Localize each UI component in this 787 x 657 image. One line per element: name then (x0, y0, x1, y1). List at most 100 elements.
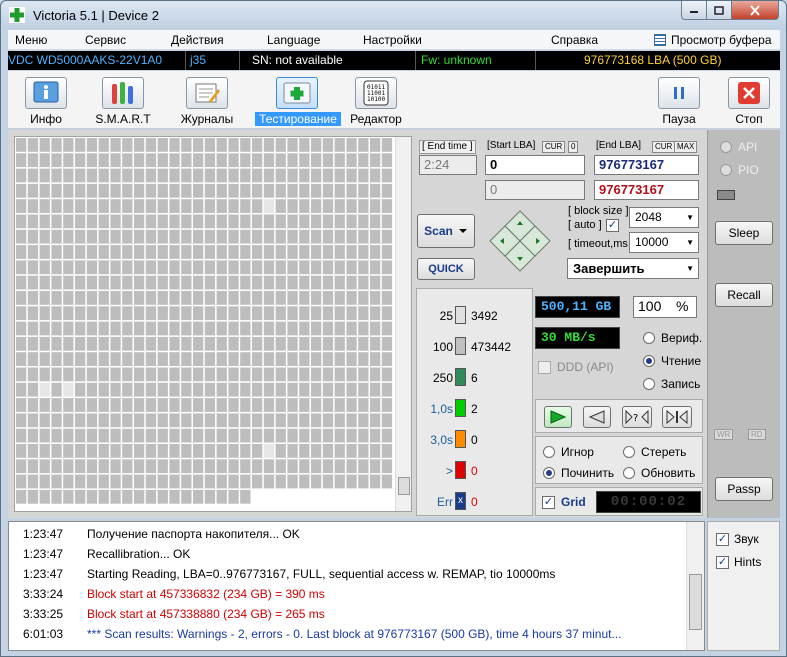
grid-checkbox[interactable]: ✓ (542, 496, 555, 509)
sector-cell (299, 291, 310, 305)
scan-button[interactable]: Scan (417, 214, 475, 248)
sector-cell (193, 382, 204, 397)
mode-read-label[interactable]: Чтение (661, 354, 701, 368)
grid-label[interactable]: Grid (561, 495, 586, 509)
sector-cell (134, 153, 145, 168)
sector-cell (240, 413, 251, 428)
mode-write-label[interactable]: Запись (661, 377, 700, 391)
sector-cell (157, 336, 168, 351)
hints-label[interactable]: Hints (734, 555, 761, 569)
log-scroll-thumb[interactable] (689, 574, 702, 630)
timeout-select[interactable]: 10000 (629, 232, 699, 253)
toolbar-test-button[interactable]: Тестирование (255, 75, 341, 127)
mode-verify-radio[interactable] (643, 332, 655, 344)
mode-read-radio[interactable] (643, 355, 655, 367)
sector-cell (86, 367, 98, 382)
sound-checkbox[interactable]: ✓ (716, 533, 729, 546)
back-button[interactable] (583, 406, 611, 428)
passport-button[interactable]: Passp (715, 477, 773, 501)
auto-checkbox[interactable]: ✓ (606, 219, 619, 232)
sector-cell (381, 336, 393, 351)
menu-item-buffer[interactable]: Просмотр буфера (671, 33, 772, 47)
sector-cell (16, 214, 27, 229)
sector-cell (322, 138, 334, 152)
sector-cell (370, 199, 381, 213)
action-erase-radio[interactable] (623, 446, 635, 458)
sector-cell (169, 352, 180, 366)
timeout-label: [ timeout,ms ] (568, 238, 635, 250)
recall-button[interactable]: Recall (715, 283, 773, 307)
toolbar-smart-button[interactable]: S.M.A.R.T (88, 75, 158, 127)
interface-side-panel: API PIO Sleep Recall WR RD Passp (707, 130, 780, 518)
sector-cell (181, 489, 192, 504)
sector-cell (181, 245, 192, 259)
action-ignore-radio[interactable] (543, 446, 555, 458)
sector-cell (228, 260, 239, 275)
sector-cell (334, 352, 345, 366)
end-cur-button[interactable]: CUR (652, 141, 676, 153)
sound-label[interactable]: Звук (734, 532, 759, 546)
sector-cell (370, 352, 381, 366)
start-cur-button[interactable]: CUR (542, 141, 566, 153)
action-refresh-label[interactable]: Обновить (641, 466, 695, 480)
toolbar-pause-button[interactable]: Пауза (644, 75, 714, 127)
toolbar-editor-button[interactable]: 01011 11001 10100 Редактор (341, 75, 411, 127)
title-bar[interactable]: Victoria 5.1 | Device 2 (1, 1, 786, 29)
action-erase-label[interactable]: Стереть (641, 445, 686, 459)
sector-cell (240, 474, 251, 489)
sector-cell (157, 489, 168, 504)
sector-cell (86, 428, 98, 443)
log-line: 1:23:47 Recallibration... OK (9, 547, 685, 567)
block-size-select[interactable]: 2048 (629, 207, 699, 228)
action-refresh-radio[interactable] (623, 467, 635, 479)
sector-cell (39, 444, 50, 458)
sector-cell (51, 138, 62, 152)
mode-verify-label[interactable]: Вериф. (661, 331, 702, 345)
end-lba-field[interactable]: 976773167 (594, 155, 699, 175)
scroll-thumb[interactable] (398, 477, 410, 495)
mode-write-radio[interactable] (643, 378, 655, 390)
close-button[interactable] (731, 1, 779, 20)
sector-cell (157, 260, 168, 275)
sector-cell (204, 138, 216, 152)
menu-item-main[interactable]: Меню (15, 33, 47, 47)
end-time-field[interactable]: 2:24 (419, 155, 477, 175)
menu-item-service[interactable]: Сервис (85, 33, 126, 47)
hints-checkbox[interactable]: ✓ (716, 556, 729, 569)
sector-cell (39, 260, 50, 275)
start-lba-field[interactable]: 0 (485, 155, 585, 175)
sector-cell (39, 275, 50, 290)
random-seek-button[interactable]: ? (622, 406, 652, 428)
sector-cell (193, 183, 204, 198)
sector-grid (16, 138, 393, 504)
end-max-button[interactable]: MAX (674, 141, 698, 153)
sector-map-scrollbar[interactable] (395, 137, 411, 511)
sector-cell (252, 138, 263, 152)
minimize-button[interactable] (681, 1, 707, 20)
play-button[interactable] (544, 406, 572, 428)
action-repair-label[interactable]: Починить (561, 466, 614, 480)
start-zero-button[interactable]: 0 (568, 141, 579, 153)
direction-pad[interactable] (487, 208, 553, 274)
toolbar-logs-button[interactable]: Журналы (172, 75, 242, 127)
quick-button[interactable]: QUICK (417, 258, 475, 280)
menu-item-language[interactable]: Language (267, 33, 320, 47)
sleep-button[interactable]: Sleep (715, 221, 773, 245)
maximize-button[interactable] (706, 1, 732, 20)
sector-cell (346, 275, 357, 290)
maximize-icon (714, 5, 724, 15)
end-seek-button[interactable] (662, 406, 692, 428)
action-repair-radio[interactable] (543, 467, 555, 479)
menu-item-settings[interactable]: Настройки (363, 33, 422, 47)
action-ignore-label[interactable]: Игнор (561, 445, 594, 459)
sector-cell (145, 291, 157, 305)
menu-item-help[interactable]: Справка (551, 33, 598, 47)
menu-item-actions[interactable]: Действия (171, 33, 224, 47)
log-scrollbar[interactable] (686, 522, 704, 650)
sector-cell (75, 321, 86, 336)
sector-cell (240, 398, 251, 412)
finish-action-select[interactable]: Завершить (567, 258, 699, 279)
toolbar-stop-button[interactable]: Стоп (714, 75, 784, 127)
toolbar-info-button[interactable]: Инфо (11, 75, 81, 127)
sector-cell (63, 459, 74, 474)
